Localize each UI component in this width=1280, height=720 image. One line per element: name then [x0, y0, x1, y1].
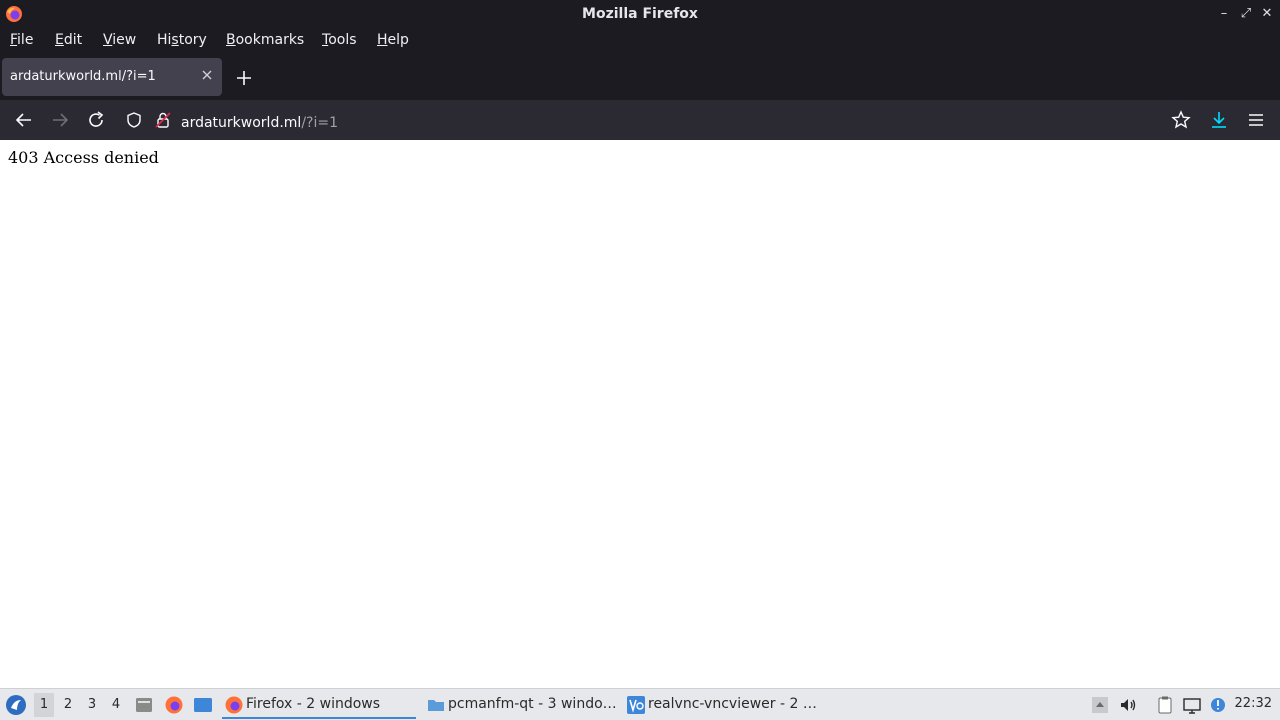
navigation-toolbar: ardaturkworld.ml/?i=1	[0, 100, 1280, 140]
clock[interactable]: 22:32	[1235, 696, 1272, 711]
file-manager-launcher-icon[interactable]	[134, 695, 154, 715]
folder-icon	[428, 700, 444, 711]
workspace-2[interactable]: 2	[58, 697, 78, 712]
downloads-icon[interactable]	[1207, 108, 1231, 132]
start-menu-icon[interactable]	[5, 694, 27, 716]
url-text[interactable]: ardaturkworld.ml/?i=1	[181, 115, 338, 131]
volume-icon[interactable]	[1118, 695, 1138, 715]
close-window-button[interactable]: ✕	[1259, 6, 1275, 22]
reload-button[interactable]	[84, 108, 108, 132]
error-message: 403 Access denied	[8, 148, 159, 167]
task-vncviewer[interactable]: realvnc-vncviewer - 2 …	[624, 691, 818, 719]
network-icon[interactable]	[1182, 695, 1202, 715]
menu-history[interactable]: History	[157, 32, 207, 48]
menu-view[interactable]: View	[103, 32, 136, 48]
clipboard-icon[interactable]	[1155, 695, 1175, 715]
firefox-launcher-icon[interactable]	[164, 695, 184, 715]
menu-file[interactable]: File	[10, 32, 33, 48]
task-pcmanfm[interactable]: pcmanfm-qt - 3 windo…	[424, 691, 616, 719]
taskbar: 1 2 3 4 Firefox - 2 windows pcmanfm-qt -…	[0, 688, 1280, 720]
menu-bar: File Edit View History Bookmarks Tools H…	[0, 28, 1280, 54]
window-titlebar: Mozilla Firefox – ⤢ ✕	[0, 0, 1280, 28]
forward-button[interactable]	[48, 108, 72, 132]
tab-title: ardaturkworld.ml/?i=1	[10, 69, 156, 84]
bookmark-star-icon[interactable]	[1169, 108, 1193, 132]
tab-strip: ardaturkworld.ml/?i=1	[0, 54, 1280, 100]
desktop-launcher-icon[interactable]	[193, 695, 213, 715]
minimize-button[interactable]: –	[1216, 6, 1232, 22]
url-host: ardaturkworld.ml	[181, 115, 302, 131]
vnc-icon	[627, 696, 645, 714]
back-button[interactable]	[12, 108, 36, 132]
lock-icon[interactable]	[154, 111, 172, 129]
shield-icon[interactable]	[125, 111, 143, 129]
menu-edit[interactable]: Edit	[55, 32, 82, 48]
maximize-button[interactable]: ⤢	[1238, 6, 1254, 22]
task-label: Firefox - 2 windows	[246, 696, 381, 712]
app-menu-icon[interactable]	[1244, 108, 1268, 132]
notification-icon[interactable]	[1208, 695, 1228, 715]
tab-active[interactable]: ardaturkworld.ml/?i=1	[2, 58, 222, 96]
page-content: 403 Access denied	[0, 140, 1280, 688]
url-bar[interactable]: ardaturkworld.ml/?i=1	[118, 104, 1204, 136]
menu-tools[interactable]: Tools	[322, 32, 357, 48]
close-tab-icon[interactable]	[200, 68, 214, 82]
task-label: pcmanfm-qt - 3 windo…	[448, 696, 616, 712]
workspace-3[interactable]: 3	[82, 697, 102, 712]
workspace-4[interactable]: 4	[106, 697, 126, 712]
menu-bookmarks[interactable]: Bookmarks	[226, 32, 304, 48]
task-firefox[interactable]: Firefox - 2 windows	[222, 691, 416, 719]
menu-help[interactable]: Help	[377, 32, 409, 48]
tray-arrow-icon[interactable]	[1090, 695, 1110, 715]
firefox-icon	[225, 696, 243, 714]
new-tab-button[interactable]	[232, 66, 256, 90]
window-title: Mozilla Firefox	[582, 6, 698, 22]
url-path: /?i=1	[301, 115, 338, 131]
task-label: realvnc-vncviewer - 2 …	[648, 696, 817, 712]
workspace-1[interactable]: 1	[34, 693, 54, 717]
